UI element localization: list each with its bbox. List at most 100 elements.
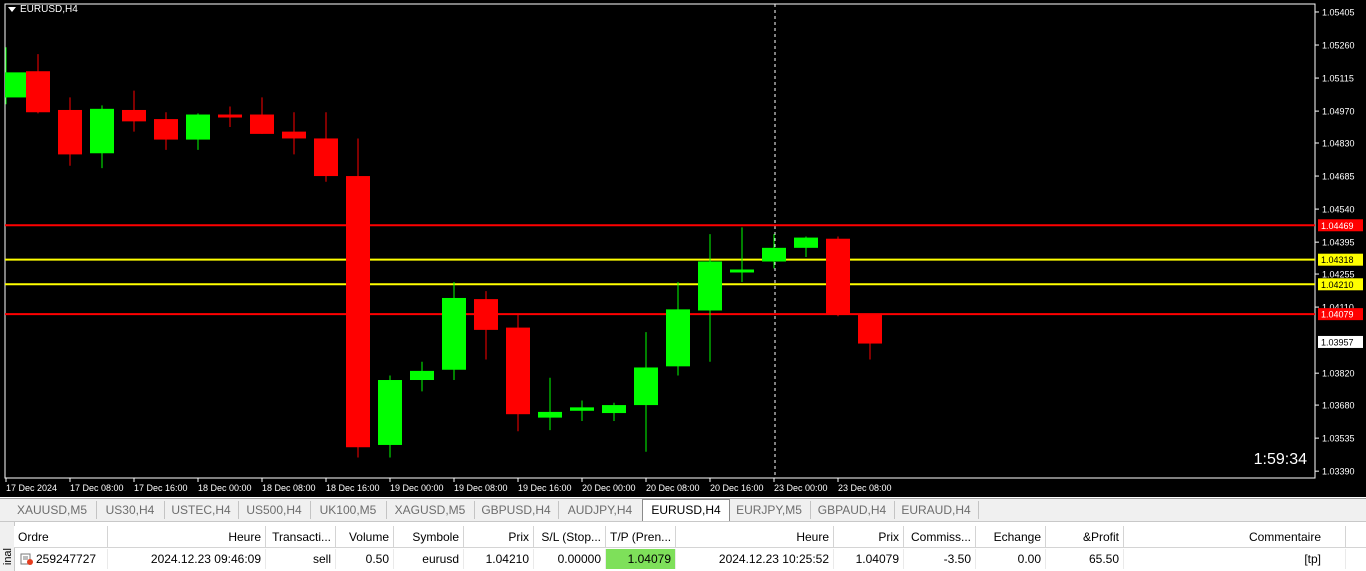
column-header-time[interactable]: Heure xyxy=(108,526,266,548)
candle-body[interactable] xyxy=(90,108,114,154)
comment-cell: [tp] xyxy=(1124,549,1346,569)
tab-xauusd-m5[interactable]: XAUUSD,M5 xyxy=(8,501,97,519)
price-axis-label: 1.05260 xyxy=(1322,41,1355,51)
column-header-volume[interactable]: Volume xyxy=(336,526,394,548)
time-axis-label: 20 Dec 00:00 xyxy=(582,483,636,493)
candle-body[interactable] xyxy=(58,109,82,155)
tab-us30-h4[interactable]: US30,H4 xyxy=(96,501,165,519)
plot-frame xyxy=(4,3,1316,479)
tab-ustec-h4[interactable]: USTEC,H4 xyxy=(164,501,239,519)
candle-body[interactable] xyxy=(154,119,178,140)
price-axis-label: 1.04685 xyxy=(1322,172,1355,182)
price-axis-label: 1.04970 xyxy=(1322,107,1355,117)
commission-cell: -3.50 xyxy=(904,549,976,569)
candle-body[interactable] xyxy=(858,313,882,344)
price-level-label: 1.04210 xyxy=(1321,280,1354,290)
symbol-cell: eurusd xyxy=(394,549,464,569)
tab-eurjpy-m5[interactable]: EURJPY,M5 xyxy=(728,501,811,519)
chart-area[interactable]: 1.05405 1.05260 1.05115 1.04970 1.04830 1.046… xyxy=(0,0,1366,497)
terminal-side-handle[interactable]: inal xyxy=(0,522,15,571)
candle-body[interactable] xyxy=(666,309,690,367)
dropdown-triangle-icon[interactable] xyxy=(8,7,16,12)
bar-countdown: 1:59:34 xyxy=(1254,451,1307,468)
column-header-close-price[interactable]: Prix xyxy=(834,526,904,548)
time-axis-label: 18 Dec 16:00 xyxy=(326,483,380,493)
candle-body[interactable] xyxy=(442,297,466,370)
column-header-price[interactable]: Prix xyxy=(464,526,534,548)
time-axis-label: 18 Dec 00:00 xyxy=(198,483,252,493)
column-header-profit[interactable]: &Profit xyxy=(1046,526,1124,548)
price-axis-label: 1.04255 xyxy=(1322,270,1355,280)
close-time-cell: 2024.12.23 10:25:52 xyxy=(676,549,834,569)
column-header-swap[interactable]: Echange xyxy=(976,526,1046,548)
candle-body[interactable] xyxy=(794,237,818,248)
tab-gbpusd-h4[interactable]: GBPUSD,H4 xyxy=(474,501,559,519)
time-axis-label: 19 Dec 16:00 xyxy=(518,483,572,493)
column-header-order[interactable]: Ordre xyxy=(14,526,108,548)
time-axis-label: 23 Dec 00:00 xyxy=(774,483,828,493)
tab-uk100-m5[interactable]: UK100,M5 xyxy=(310,501,387,519)
candle-body[interactable] xyxy=(474,299,498,330)
candlestick-chart[interactable]: 1.05405 1.05260 1.05115 1.04970 1.04830 1.046… xyxy=(0,0,1366,497)
price-level-label: 1.04469 xyxy=(1321,221,1354,231)
candle-body[interactable] xyxy=(826,238,850,314)
candle-body[interactable] xyxy=(186,114,210,140)
candle-body[interactable] xyxy=(282,131,306,139)
price-axis-label: 1.05405 xyxy=(1322,7,1355,17)
current-price-label: 1.03957 xyxy=(1321,337,1354,347)
order-number: 259247727 xyxy=(36,552,97,566)
candle-body[interactable] xyxy=(762,247,786,262)
candle-body[interactable] xyxy=(730,269,754,273)
column-header-close-time[interactable]: Heure xyxy=(676,526,834,548)
tab-gbpaud-h4[interactable]: GBPAUD,H4 xyxy=(810,501,895,519)
chart-title: EURUSD,H4 xyxy=(20,4,78,15)
volume-cell: 0.50 xyxy=(336,549,394,569)
time-axis-label: 23 Dec 08:00 xyxy=(838,483,892,493)
tab-euraud-h4[interactable]: EURAUD,H4 xyxy=(894,501,979,519)
price-axis-label: 1.04540 xyxy=(1322,205,1355,215)
open-price-cell: 1.04210 xyxy=(464,549,534,569)
candle-body[interactable] xyxy=(506,327,530,415)
price-axis-label: 1.03390 xyxy=(1322,467,1355,477)
open-time-cell: 2024.12.23 09:46:09 xyxy=(108,549,266,569)
column-header-sl[interactable]: S/L (Stop... xyxy=(534,526,606,548)
tab-eurusd-h4[interactable]: EURUSD,H4 xyxy=(642,499,730,521)
candle-body[interactable] xyxy=(634,367,658,406)
candle-body[interactable] xyxy=(250,114,274,134)
candle-body[interactable] xyxy=(410,370,434,381)
tab-xagusd-m5[interactable]: XAGUSD,M5 xyxy=(386,501,475,519)
time-axis-label: 17 Dec 2024 xyxy=(6,483,57,493)
candle-body[interactable] xyxy=(314,138,338,177)
candle-body[interactable] xyxy=(698,261,722,311)
order-cell: 259247727 xyxy=(14,549,108,569)
candle-body[interactable] xyxy=(602,405,626,414)
chart-symbol-label: EURUSD,H4 xyxy=(8,4,78,15)
swap-cell: 0.00 xyxy=(976,549,1046,569)
type-cell: sell xyxy=(266,549,336,569)
price-axis-label: 1.05115 xyxy=(1322,74,1354,84)
column-header-symbol[interactable]: Symbole xyxy=(394,526,464,548)
candle-body[interactable] xyxy=(570,407,594,411)
price-level-label: 1.04318 xyxy=(1321,255,1354,265)
price-axis-label: 1.04830 xyxy=(1322,139,1355,149)
column-header-type[interactable]: Transacti... xyxy=(266,526,336,548)
column-header-comment[interactable]: Commentaire xyxy=(1124,526,1346,548)
price-axis-label: 1.04395 xyxy=(1322,238,1355,248)
candle-body[interactable] xyxy=(218,114,242,118)
candle-body[interactable] xyxy=(26,71,50,113)
time-axis-label: 19 Dec 00:00 xyxy=(390,483,444,493)
terminal-side-label: inal xyxy=(2,548,14,566)
column-header-spacer xyxy=(1346,526,1366,548)
tab-us500-h4[interactable]: US500,H4 xyxy=(238,501,311,519)
chart-tabs-bar: XAUUSD,M5 US30,H4 USTEC,H4 US500,H4 UK100,M5… xyxy=(0,498,1366,522)
profit-cell: 65.50 xyxy=(1046,549,1124,569)
column-header-tp[interactable]: T/P (Pren... xyxy=(606,526,676,548)
terminal-panel: inal Ordre Heure Transacti... Volume Sym… xyxy=(0,522,1366,571)
candle-body[interactable] xyxy=(538,411,562,418)
candle-body[interactable] xyxy=(5,72,26,98)
candle-body[interactable] xyxy=(122,109,146,122)
candle-body[interactable] xyxy=(378,380,402,445)
tab-audjpy-h4[interactable]: AUDJPY,H4 xyxy=(558,501,643,519)
column-header-commission[interactable]: Commiss... xyxy=(904,526,976,548)
candle-body[interactable] xyxy=(346,176,370,448)
